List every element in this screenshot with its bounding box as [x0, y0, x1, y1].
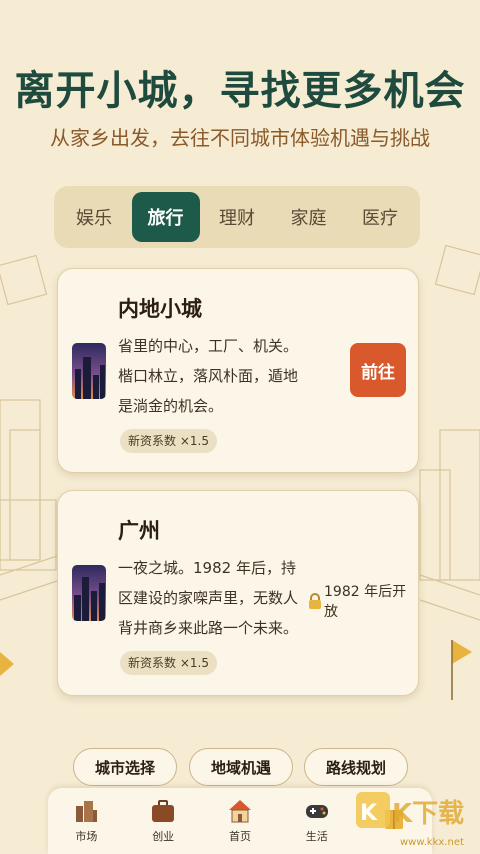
nav-label: 生活 — [305, 830, 328, 843]
city-card-inland: 内地小城 省里的中心，工厂、机关。楷口林立，落风朴面，遁地是淌金的机会。 新资系… — [57, 268, 419, 473]
briefcase-icon — [152, 800, 175, 822]
svg-text:K: K — [360, 801, 378, 826]
city-name: 内地小城 — [118, 297, 202, 321]
city-thumbnail — [72, 343, 106, 399]
watermark-url: www.kkx.net — [400, 837, 464, 848]
salary-coefficient-badge: 新资系数 ×1.5 — [120, 429, 217, 453]
salary-coefficient-badge: 新资系数 ×1.5 — [120, 651, 217, 675]
city-name: 广州 — [118, 519, 160, 543]
tab-finance[interactable]: 理财 — [203, 192, 271, 242]
tab-medical[interactable]: 医疗 — [346, 192, 414, 242]
nav-life[interactable]: 生活 — [282, 798, 352, 844]
category-tabs: 娱乐 旅行 理财 家庭 医疗 — [54, 186, 420, 248]
city-card-guangzhou: 广州 一夜之城。1982 年后，持区建设的家㗎声里，无数人背井商乡来此路一个未来… — [57, 490, 419, 696]
page-subtitle: 从家乡出发，去往不同城市体验机遇与挑战 — [50, 126, 430, 150]
lock-icon — [308, 593, 322, 609]
svg-text:K下载: K下载 — [392, 799, 464, 829]
city-description: 一夜之城。1982 年后，持区建设的家㗎声里，无数人背井商乡来此路一个未来。 — [118, 559, 299, 637]
nav-label: 首页 — [228, 830, 251, 843]
nav-startup[interactable]: 创业 — [128, 798, 198, 844]
nav-label: 市场 — [75, 830, 98, 843]
city-description: 省里的中心，工厂、机关。楷口林立，落风朴面，遁地是淌金的机会。 — [118, 337, 299, 415]
page-title: 离开小城，寻找更多机会 — [14, 68, 466, 114]
tab-family[interactable]: 家庭 — [275, 192, 343, 242]
nav-label: 创业 — [152, 830, 175, 843]
gamepad-icon — [305, 805, 328, 818]
nav-market[interactable]: 市场 — [51, 798, 121, 844]
tab-entertainment[interactable]: 娱乐 — [60, 192, 128, 242]
city-select-button[interactable]: 城市选择 — [73, 748, 177, 786]
unlock-year-label: 1982 年后开放 — [324, 584, 407, 620]
city-icon — [76, 801, 98, 822]
kkx-watermark-logo: K K下载 www.kkx.net — [352, 786, 472, 850]
city-thumbnail — [72, 565, 106, 621]
home-icon — [228, 800, 251, 823]
locked-status: 1982 年后开放 — [308, 581, 418, 621]
nav-home[interactable]: 首页 — [205, 798, 275, 844]
route-planning-button[interactable]: 路线规划 — [304, 748, 408, 786]
regional-opportunity-button[interactable]: 地域机遇 — [189, 748, 293, 786]
tab-travel[interactable]: 旅行 — [131, 192, 200, 242]
go-button[interactable]: 前往 — [350, 343, 406, 397]
